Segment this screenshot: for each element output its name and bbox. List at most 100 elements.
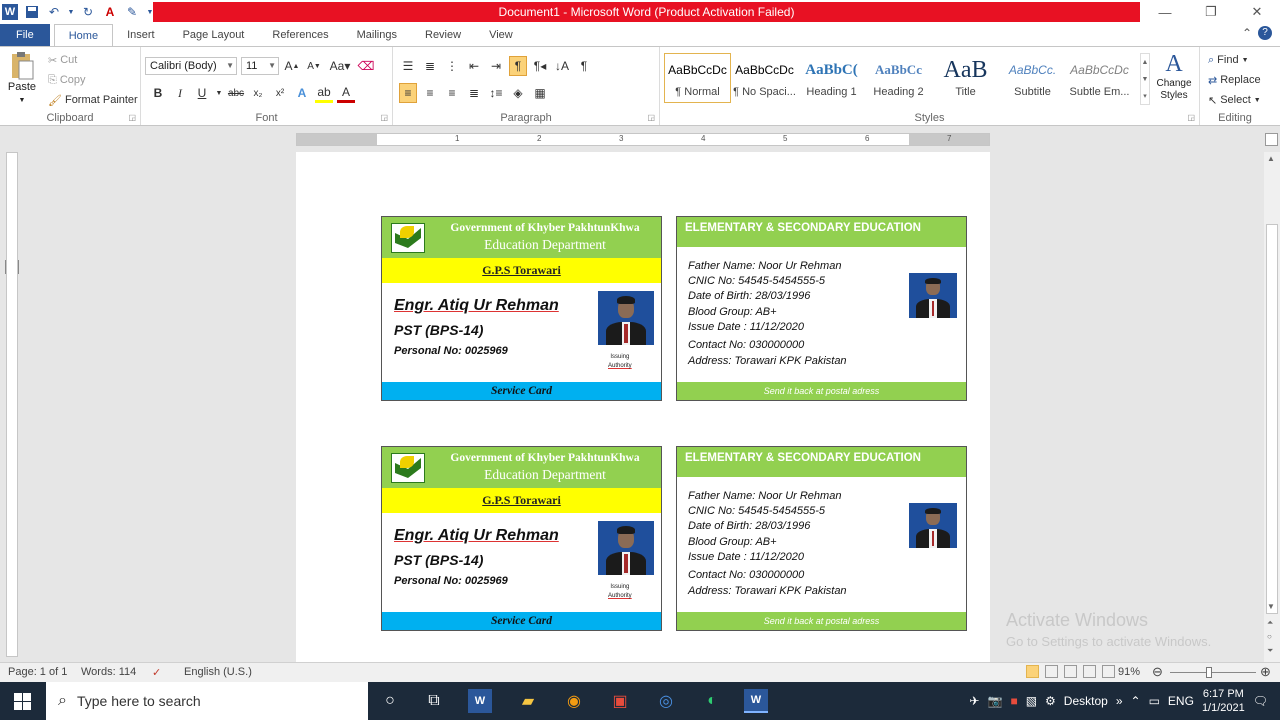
dialog-launcher-icon[interactable]: ◲ [1187,113,1195,122]
style-subtle-emphasis[interactable]: AaBbCcDc Subtle Em... [1066,53,1133,103]
pin-icon[interactable]: ✈ [969,694,979,708]
scroll-up-icon[interactable]: ▲ [1267,154,1275,163]
decrease-indent-icon[interactable]: ⇤ [465,56,483,76]
copy-button[interactable]: ⎘ Copy [46,70,88,90]
tab-file[interactable]: File [0,24,50,46]
font-color-icon[interactable]: A [337,83,355,103]
italic-button[interactable]: I [171,83,189,103]
shrink-font-icon[interactable]: A ▼ [305,56,323,76]
file-explorer-icon[interactable]: ▰ [516,689,540,713]
tab-insert[interactable]: Insert [113,24,169,46]
style-subtitle[interactable]: AaBbCc. Subtitle [999,53,1066,103]
grow-font-icon[interactable]: A ▲ [283,56,301,76]
cortana-icon[interactable]: ○ [378,689,402,713]
card-back[interactable]: ELEMENTARY & SECONDARY EDUCATION Father … [676,446,967,631]
input-language[interactable]: ENG [1168,694,1194,708]
word-count[interactable]: Words: 114 [81,666,136,678]
highlight-icon[interactable]: ab [315,83,333,103]
numbering-icon[interactable]: ≣ [421,56,439,76]
restore-button[interactable]: ❐ [1188,0,1234,24]
desktop-toolbar[interactable]: Desktop [1064,694,1108,708]
tab-review[interactable]: Review [411,24,475,46]
chevron-icon[interactable]: » [1116,694,1123,708]
chevron-down-icon[interactable]: ▼ [215,83,223,103]
web-layout-icon[interactable] [1064,665,1077,678]
borders-icon[interactable]: ▦ [531,83,549,103]
settings-gear-icon[interactable]: ⚙ [1045,694,1056,708]
style-normal[interactable]: AaBbCcDc ¶ Normal [664,53,731,103]
task-view-icon[interactable]: ⧉ [422,689,446,713]
minimize-ribbon-icon[interactable]: ⌃ [1242,26,1252,40]
card-front[interactable]: Government of Khyber PakhtunKhwa Educati… [381,216,662,401]
format-painter-icon[interactable]: ✎ [124,4,140,20]
word-app-icon[interactable]: W [2,4,18,20]
dropdown-arrow-icon[interactable]: ▼ [68,4,75,20]
view-ruler-icon[interactable] [1265,133,1278,146]
zoom-slider-thumb[interactable] [1206,667,1212,678]
style-heading-1[interactable]: AaBbC(Heading 1 [798,53,865,103]
full-screen-icon[interactable] [1045,665,1058,678]
print-layout-icon[interactable] [1026,665,1039,678]
document-page[interactable]: Government of Khyber PakhtunKhwa Educati… [296,152,990,662]
close-button[interactable]: ✕ [1234,0,1280,24]
show-marks-icon[interactable]: ¶ [575,56,593,76]
zoom-slider[interactable] [1170,672,1256,673]
draft-icon[interactable] [1102,665,1115,678]
next-page-icon[interactable]: ⏷ [1267,646,1273,656]
dialog-launcher-icon[interactable]: ◲ [128,113,136,122]
save-icon[interactable] [24,4,40,20]
word-taskbar-icon[interactable]: W [468,689,492,713]
shading-icon[interactable]: ◈ [509,83,527,103]
font-size-combo[interactable]: 11 ▼ [241,57,279,75]
bold-button[interactable]: B [149,83,167,103]
tray-overflow-icon[interactable]: ⌃ [1131,694,1141,708]
paint-icon[interactable]: ◉ [562,689,586,713]
align-right-icon[interactable]: ≡ [443,83,461,103]
scrollbar-thumb[interactable] [1266,224,1278,614]
align-center-icon[interactable]: ≡ [421,83,439,103]
sort-icon[interactable]: ↓A [553,56,571,76]
subscript-button[interactable]: x₂ [249,83,267,103]
style-heading-2[interactable]: AaBbCc Heading 2 [865,53,932,103]
line-spacing-icon[interactable]: ↕≡ [487,83,505,103]
font-color-icon[interactable]: A [102,4,118,20]
taskbar-search[interactable]: ⌕ Type here to search [46,682,368,720]
gallery-icon[interactable]: ▧ [1026,694,1037,708]
battery-icon[interactable]: ▭ [1149,694,1160,708]
text-direction-icon[interactable]: ¶ [509,56,527,76]
format-painter-button[interactable]: 🖌 Format Painter [46,90,140,110]
tab-home[interactable]: Home [53,24,114,46]
cut-button[interactable]: ✂ Cut [46,50,79,70]
replace-button[interactable]: ⇄ Replace [1206,70,1263,90]
paste-button[interactable]: Paste ▼ [4,51,40,104]
tab-mailings[interactable]: Mailings [343,24,411,46]
gallery-scroll[interactable]: ▲ ▼ ▾ [1140,53,1150,105]
redo-icon[interactable]: ↻ [80,4,96,20]
clock[interactable]: 6:17 PM 1/1/2021 [1202,687,1245,715]
card-front[interactable]: Government of Khyber PakhtunKhwa Educati… [381,446,662,631]
bullets-icon[interactable]: ☰ [399,56,417,76]
underline-button[interactable]: U [193,83,211,103]
multilevel-list-icon[interactable]: ⋮ [443,56,461,76]
strikethrough-button[interactable]: abc [227,83,245,103]
increase-indent-icon[interactable]: ⇥ [487,56,505,76]
word-active-icon[interactable]: W [744,689,768,713]
select-button[interactable]: ↖ Select ▼ [1206,90,1263,110]
minimize-button[interactable]: — [1142,0,1188,24]
clear-formatting-icon[interactable]: ⌫ [357,56,375,76]
dialog-launcher-icon[interactable]: ◲ [647,113,655,122]
zoom-in-icon[interactable]: ⊕ [1260,664,1271,680]
justify-icon[interactable]: ≣ [465,83,483,103]
vertical-ruler[interactable] [6,152,18,657]
card-back[interactable]: ELEMENTARY & SECONDARY EDUCATION Father … [676,216,967,401]
tab-page-layout[interactable]: Page Layout [169,24,259,46]
change-case-icon[interactable]: Aa▾ [327,56,353,76]
superscript-button[interactable]: x² [271,83,289,103]
outline-icon[interactable] [1083,665,1096,678]
dialog-launcher-icon[interactable]: ◲ [380,113,388,122]
tab-references[interactable]: References [258,24,342,46]
vertical-scrollbar[interactable]: ▲ ▼ ⏶ ○ ⏷ [1264,152,1280,662]
style-title[interactable]: AaB Title [932,53,999,103]
browse-object-icon[interactable]: ○ [1267,632,1272,641]
previous-page-icon[interactable]: ⏶ [1267,618,1273,628]
